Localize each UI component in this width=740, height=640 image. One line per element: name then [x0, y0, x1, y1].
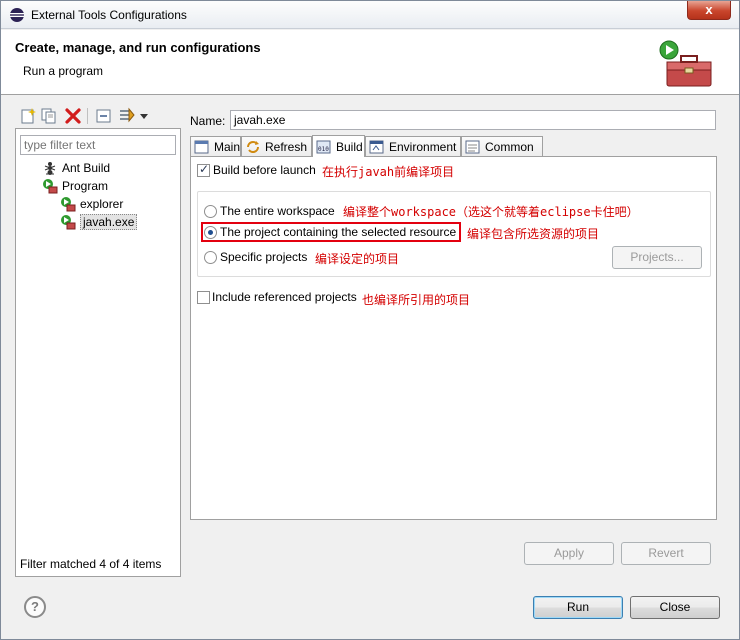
radio-specific-projects[interactable]	[204, 251, 217, 264]
tree-item-javah[interactable]: javah.exe	[60, 213, 138, 231]
tab-label: Refresh	[265, 140, 308, 154]
specific-projects-label: Specific projects	[220, 250, 308, 264]
tree-item-label: Ant Build	[62, 161, 111, 175]
window-title: External Tools Configurations	[31, 8, 187, 22]
include-referenced-label: Include referenced projects	[212, 290, 357, 304]
tree-item-explorer[interactable]: explorer	[60, 195, 123, 213]
name-field[interactable]: javah.exe	[230, 110, 716, 130]
tab-environment[interactable]: Environment	[365, 136, 461, 157]
annotation-build-before-launch: 在执行javah前编译项目	[322, 165, 455, 179]
help-icon[interactable]: ?	[24, 596, 46, 618]
configuration-tree-panel: Ant Build Program explorer javah.exe Fil…	[15, 128, 181, 577]
main-tab-icon	[194, 140, 209, 154]
tab-main[interactable]: Main	[190, 136, 241, 157]
toolbar-separator	[87, 108, 88, 124]
delete-icon[interactable]	[64, 107, 82, 125]
annotation-include-referenced: 也编译所引用的项目	[362, 293, 471, 307]
tab-common[interactable]: Common	[461, 136, 543, 157]
collapse-all-icon[interactable]	[95, 107, 113, 125]
program-icon	[43, 179, 58, 194]
tab-label: Build	[336, 139, 363, 154]
close-button[interactable]: Close	[630, 596, 720, 619]
close-window-button[interactable]: x	[687, 1, 731, 20]
include-referenced-checkbox[interactable]	[197, 291, 210, 304]
duplicate-icon[interactable]	[40, 107, 58, 125]
filter-icon[interactable]	[118, 107, 136, 125]
tab-label: Environment	[389, 140, 457, 154]
annotation-selected-resource-project: 编译包含所选资源的项目	[467, 227, 600, 241]
tab-label: Common	[485, 140, 534, 154]
header-banner: Create, manage, and run configurations R…	[1, 30, 739, 95]
banner-title: Create, manage, and run configurations	[15, 40, 261, 55]
entire-workspace-label: The entire workspace	[220, 204, 335, 218]
tree-item-program[interactable]: Program	[42, 177, 108, 195]
environment-icon	[369, 140, 384, 154]
external-tool-icon	[61, 197, 76, 212]
annotation-entire-workspace: 编译整个workspace（选这个就等着eclipse卡住吧）	[343, 205, 639, 219]
refresh-icon	[247, 141, 259, 153]
build-before-launch-label: Build before launch	[213, 163, 316, 177]
external-tool-icon	[61, 215, 76, 230]
selected-resource-project-label: The project containing the selected reso…	[220, 225, 457, 239]
toolbox-icon	[659, 40, 712, 87]
tree-item-label: explorer	[80, 197, 124, 211]
dialog-window: External Tools Configurations x Create, …	[0, 0, 740, 640]
annotation-specific-projects: 编译设定的项目	[315, 252, 400, 266]
revert-button[interactable]: Revert	[621, 542, 711, 565]
chevron-down-icon[interactable]	[139, 107, 149, 125]
filter-status: Filter matched 4 of 4 items	[20, 557, 162, 571]
tab-label: Main	[213, 140, 240, 154]
title-bar: External Tools Configurations x	[1, 1, 739, 29]
build-icon: 010	[316, 140, 331, 153]
filter-input[interactable]	[20, 135, 176, 155]
tree-item-label: javah.exe	[80, 214, 138, 230]
svg-text:010: 010	[318, 146, 329, 153]
run-button[interactable]: Run	[533, 596, 623, 619]
tab-refresh[interactable]: Refresh	[241, 136, 312, 157]
eclipse-icon	[10, 8, 24, 22]
config-toolbar	[15, 104, 181, 128]
banner-subtitle: Run a program	[23, 64, 104, 78]
projects-button[interactable]: Projects...	[612, 246, 702, 269]
ant-icon	[44, 162, 56, 175]
new-configuration-icon[interactable]	[19, 107, 37, 125]
tree-item-label: Program	[62, 179, 109, 193]
common-icon	[465, 140, 480, 154]
apply-button[interactable]: Apply	[524, 542, 614, 565]
radio-entire-workspace[interactable]	[204, 205, 217, 218]
tab-build[interactable]: 010 Build	[312, 135, 365, 157]
name-label: Name:	[190, 114, 226, 128]
tree-item-ant-build[interactable]: Ant Build	[42, 159, 110, 177]
radio-selected-resource-project[interactable]	[204, 226, 217, 239]
build-before-launch-checkbox[interactable]	[197, 162, 210, 177]
